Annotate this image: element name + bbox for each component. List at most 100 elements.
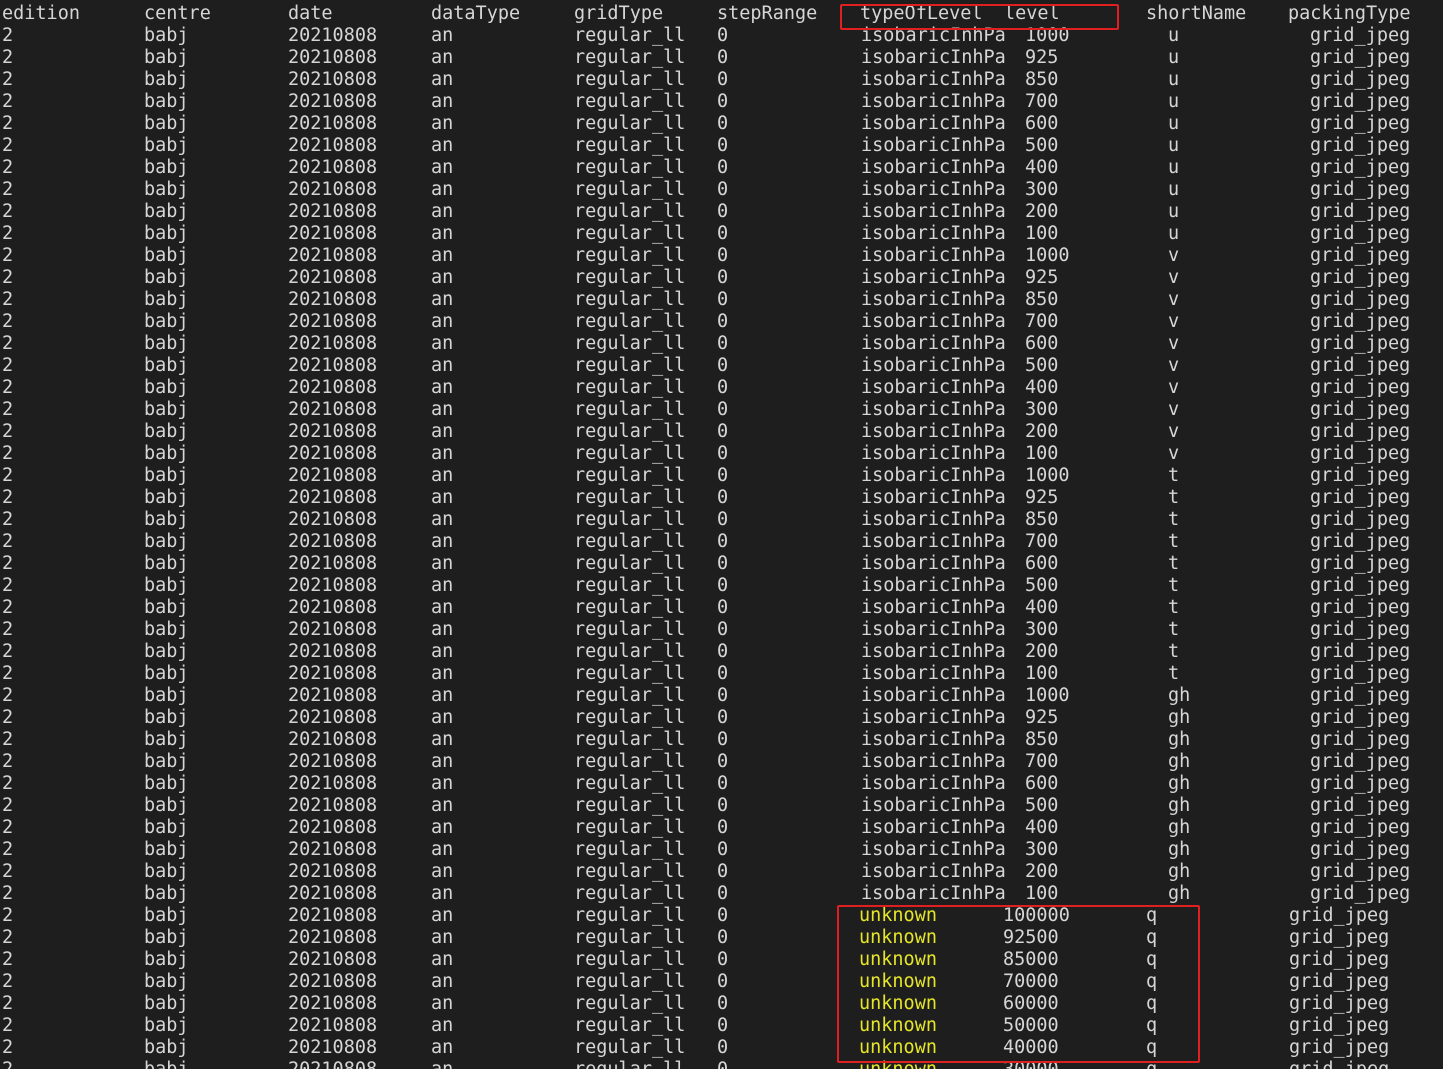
- cell-edition: 2: [2, 91, 14, 112]
- cell-level: 1000: [1025, 685, 1070, 706]
- cell-typeoflevel: isobaricInhPa: [861, 377, 1006, 398]
- cell-packingtype: grid_jpeg: [1289, 905, 1390, 926]
- cell-date: 20210808: [288, 311, 378, 332]
- cell-steprange: 0: [717, 311, 729, 332]
- table-row: 2 babj 20210808 an regular_ll 0 isobaricInhPa 1…: [0, 443, 1443, 465]
- cell-steprange: 0: [717, 971, 729, 992]
- cell-level: 300: [1025, 839, 1059, 860]
- cell-shortname: gh: [1168, 883, 1191, 904]
- cell-datatype: an: [431, 487, 454, 508]
- cell-datatype: an: [431, 839, 454, 860]
- cell-shortname: q: [1146, 905, 1158, 926]
- cell-packingtype: grid_jpeg: [1310, 575, 1411, 596]
- cell-centre: babj: [144, 619, 189, 640]
- cell-steprange: 0: [717, 223, 729, 244]
- cell-typeoflevel: isobaricInhPa: [861, 575, 1006, 596]
- cell-centre: babj: [144, 905, 189, 926]
- table-row: 2 babj 20210808 an regular_ll 0 isobaricInhPa 1…: [0, 685, 1443, 707]
- cell-packingtype: grid_jpeg: [1310, 685, 1411, 706]
- cell-packingtype: grid_jpeg: [1310, 399, 1411, 420]
- table-row: 2 babj 20210808 an regular_ll 0 unknown 50000 q g…: [0, 1015, 1443, 1037]
- cell-steprange: 0: [717, 377, 729, 398]
- cell-steprange: 0: [717, 135, 729, 156]
- cell-date: 20210808: [288, 949, 378, 970]
- cell-gridtype: regular_ll: [574, 113, 686, 134]
- cell-level: 850: [1025, 69, 1059, 90]
- cell-steprange: 0: [717, 421, 729, 442]
- table-row: 2 babj 20210808 an regular_ll 0 isobaricInhPa 5…: [0, 135, 1443, 157]
- cell-date: 20210808: [288, 223, 378, 244]
- cell-edition: 2: [2, 487, 14, 508]
- cell-typeoflevel: isobaricInhPa: [861, 135, 1006, 156]
- cell-edition: 2: [2, 795, 14, 816]
- cell-typeoflevel: unknown: [859, 927, 937, 948]
- cell-date: 20210808: [288, 509, 378, 530]
- cell-gridtype: regular_ll: [574, 135, 686, 156]
- cell-level: 925: [1025, 267, 1059, 288]
- cell-typeoflevel: unknown: [859, 905, 937, 926]
- cell-steprange: 0: [717, 817, 729, 838]
- table-row: 2 babj 20210808 an regular_ll 0 isobaricInhPa 9…: [0, 707, 1443, 729]
- cell-steprange: 0: [717, 399, 729, 420]
- cell-date: 20210808: [288, 245, 378, 266]
- cell-gridtype: regular_ll: [574, 443, 686, 464]
- cell-level: 400: [1025, 157, 1059, 178]
- cell-steprange: 0: [717, 883, 729, 904]
- cell-packingtype: grid_jpeg: [1310, 839, 1411, 860]
- cell-datatype: an: [431, 465, 454, 486]
- cell-centre: babj: [144, 839, 189, 860]
- cell-steprange: 0: [717, 487, 729, 508]
- cell-edition: 2: [2, 949, 14, 970]
- cell-shortname: v: [1168, 311, 1180, 332]
- table-row: 2 babj 20210808 an regular_ll 0 isobaricInhPa 1…: [0, 25, 1443, 47]
- table-row: 2 babj 20210808 an regular_ll 0 isobaricInhPa 9…: [0, 267, 1443, 289]
- cell-edition: 2: [2, 1037, 14, 1058]
- cell-steprange: 0: [717, 91, 729, 112]
- cell-centre: babj: [144, 707, 189, 728]
- header-level: level: [1004, 3, 1060, 24]
- cell-packingtype: grid_jpeg: [1310, 729, 1411, 750]
- cell-datatype: an: [431, 817, 454, 838]
- cell-typeoflevel: isobaricInhPa: [861, 751, 1006, 772]
- cell-gridtype: regular_ll: [574, 289, 686, 310]
- cell-date: 20210808: [288, 729, 378, 750]
- cell-centre: babj: [144, 355, 189, 376]
- cell-steprange: 0: [717, 443, 729, 464]
- cell-packingtype: grid_jpeg: [1310, 707, 1411, 728]
- cell-packingtype: grid_jpeg: [1310, 157, 1411, 178]
- cell-shortname: t: [1168, 531, 1180, 552]
- cell-gridtype: regular_ll: [574, 333, 686, 354]
- cell-packingtype: grid_jpeg: [1310, 421, 1411, 442]
- cell-level: 100: [1025, 223, 1059, 244]
- table-row: 2 babj 20210808 an regular_ll 0 isobaricInhPa 9…: [0, 47, 1443, 69]
- cell-typeoflevel: unknown: [859, 1059, 937, 1069]
- cell-level: 60000: [1003, 993, 1059, 1014]
- cell-centre: babj: [144, 993, 189, 1014]
- cell-typeoflevel: isobaricInhPa: [861, 597, 1006, 618]
- cell-steprange: 0: [717, 575, 729, 596]
- table-row: 2 babj 20210808 an regular_ll 0 isobaricInhPa 8…: [0, 289, 1443, 311]
- cell-packingtype: grid_jpeg: [1289, 993, 1390, 1014]
- cell-date: 20210808: [288, 553, 378, 574]
- cell-gridtype: regular_ll: [574, 707, 686, 728]
- cell-steprange: 0: [717, 795, 729, 816]
- cell-datatype: an: [431, 795, 454, 816]
- cell-shortname: u: [1168, 135, 1180, 156]
- cell-packingtype: grid_jpeg: [1310, 531, 1411, 552]
- cell-steprange: 0: [717, 179, 729, 200]
- cell-packingtype: grid_jpeg: [1310, 201, 1411, 222]
- cell-gridtype: regular_ll: [574, 751, 686, 772]
- cell-date: 20210808: [288, 531, 378, 552]
- cell-packingtype: grid_jpeg: [1310, 25, 1411, 46]
- cell-typeoflevel: unknown: [859, 971, 937, 992]
- cell-level: 30000: [1003, 1059, 1059, 1069]
- cell-level: 500: [1025, 135, 1059, 156]
- cell-datatype: an: [431, 333, 454, 354]
- cell-edition: 2: [2, 465, 14, 486]
- cell-centre: babj: [144, 399, 189, 420]
- cell-packingtype: grid_jpeg: [1310, 751, 1411, 772]
- cell-level: 925: [1025, 487, 1059, 508]
- cell-gridtype: regular_ll: [574, 817, 686, 838]
- cell-edition: 2: [2, 553, 14, 574]
- cell-gridtype: regular_ll: [574, 421, 686, 442]
